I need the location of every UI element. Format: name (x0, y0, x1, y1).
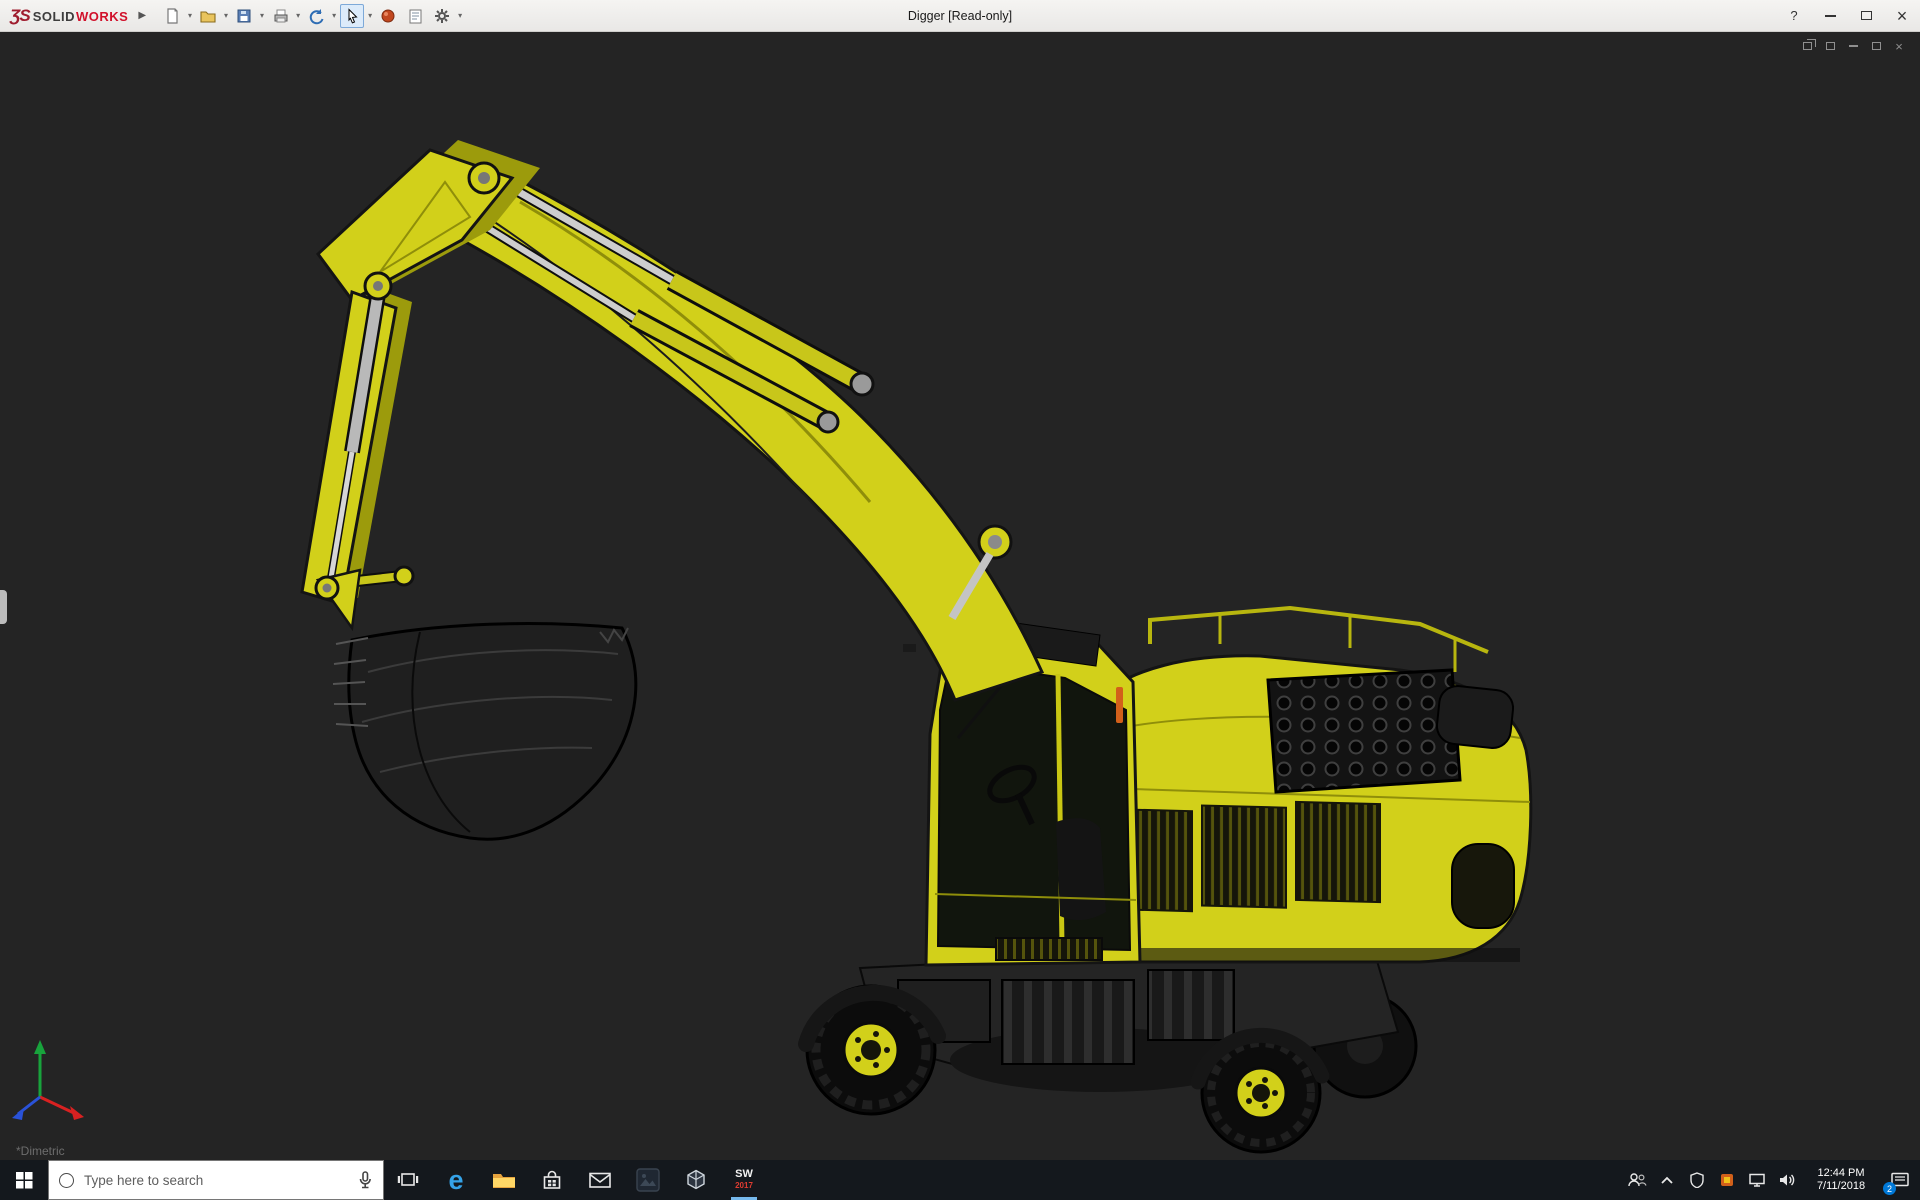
select-tool-icon[interactable] (340, 3, 365, 28)
doc-close-icon[interactable]: × (1892, 39, 1906, 54)
minimize-icon (1824, 14, 1836, 17)
people-icon (1628, 1173, 1647, 1187)
menu-expand-arrow-icon[interactable]: ▶ (138, 10, 146, 21)
open-folder-icon[interactable] (196, 4, 220, 28)
view-orientation-label: *Dimetric (16, 1144, 65, 1158)
bucket[interactable] (332, 622, 638, 841)
digger-3d-model[interactable] (0, 32, 1920, 1160)
people-button[interactable] (1622, 1160, 1652, 1200)
save-dropdown-caret-icon[interactable]: ▾ (260, 11, 264, 20)
close-button[interactable]: × (1884, 0, 1920, 31)
new-document-icon[interactable] (160, 4, 184, 28)
doc-restore-icon[interactable] (1800, 39, 1816, 52)
app-icon-mail[interactable] (576, 1160, 624, 1200)
app-icon-3d-viewer[interactable] (672, 1160, 720, 1200)
network-icon (1749, 1173, 1765, 1187)
3ds-logo-icon: ƷS (10, 5, 31, 25)
task-view-icon (397, 1173, 419, 1186)
start-button[interactable] (0, 1160, 48, 1200)
brand-works: WORKS (75, 8, 129, 24)
taskbar-clock[interactable]: 12:44 PM 7/11/2018 (1802, 1160, 1880, 1200)
maximize-icon (1860, 11, 1872, 20)
properties-sheet-icon[interactable] (403, 4, 427, 28)
solidworks-icon-year: 2017 (735, 1181, 753, 1190)
boom-arm[interactable] (459, 176, 1045, 702)
speaker-icon (1779, 1174, 1794, 1186)
notification-badge: 2 (1883, 1182, 1896, 1195)
windows-logo-icon (15, 1171, 32, 1188)
shield-icon (1690, 1172, 1704, 1188)
doc-minimize-icon[interactable] (1846, 40, 1860, 52)
solidworks-icon-text: SW (735, 1168, 753, 1180)
save-icon[interactable] (232, 4, 256, 28)
solidworks-icon: SW 2017 (735, 1169, 753, 1191)
doc-maximize-icon[interactable] (1869, 40, 1883, 52)
window-controls: ? × (1776, 0, 1920, 31)
tray-app-button[interactable] (1712, 1160, 1742, 1200)
edge-icon: e (448, 1165, 464, 1195)
graphics-viewport[interactable]: × *Dimetric (0, 32, 1920, 1160)
undo-dropdown-caret-icon[interactable]: ▾ (332, 11, 336, 20)
volume-button[interactable] (1772, 1160, 1802, 1200)
network-button[interactable] (1742, 1160, 1772, 1200)
minimize-button[interactable] (1812, 0, 1848, 31)
app-icon-file-explorer[interactable] (480, 1160, 528, 1200)
action-center-button[interactable]: 2 (1880, 1160, 1920, 1200)
select-dropdown-caret-icon[interactable]: ▾ (368, 11, 372, 20)
store-icon (543, 1170, 561, 1189)
maximize-button[interactable] (1848, 0, 1884, 31)
clock-date: 7/11/2018 (1816, 1180, 1866, 1192)
system-tray: 12:44 PM 7/11/2018 2 (1622, 1160, 1920, 1200)
options-gear-icon[interactable] (430, 4, 454, 28)
help-button[interactable]: ? (1776, 0, 1812, 31)
document-window-controls: × (1800, 39, 1906, 54)
main-toolbar: ▾ ▾ ▾ ▾ ▾ ▾ ▾ (160, 3, 463, 28)
print-icon[interactable] (268, 4, 292, 28)
tray-color-icon (1721, 1174, 1733, 1186)
orientation-triad[interactable] (12, 1040, 84, 1120)
photos-icon (636, 1168, 660, 1192)
tray-security-button[interactable] (1682, 1160, 1712, 1200)
open-dropdown-caret-icon[interactable]: ▾ (224, 11, 228, 20)
taskbar-search[interactable] (48, 1160, 384, 1200)
options-dropdown-caret-icon[interactable]: ▾ (458, 11, 462, 20)
search-input[interactable] (84, 1172, 347, 1188)
microphone-icon[interactable] (357, 1171, 373, 1189)
clock-time: 12:44 PM (1817, 1167, 1865, 1179)
titlebar: ƷS SOLID WORKS ▶ ▾ ▾ ▾ ▾ ▾ ▾ ▾ Digger [R… (0, 0, 1920, 32)
sphere-icon[interactable] (376, 4, 400, 28)
file-explorer-icon (493, 1174, 515, 1188)
cortana-icon[interactable] (59, 1172, 74, 1188)
cube-icon (687, 1169, 705, 1190)
feature-tree-collapse-tab[interactable] (0, 590, 7, 624)
brand-solid: SOLID (32, 8, 75, 24)
app-icon-store[interactable] (528, 1160, 576, 1200)
engine-body[interactable] (1093, 605, 1533, 964)
doc-window-icon[interactable] (1823, 40, 1837, 52)
undo-icon[interactable] (304, 4, 328, 28)
tray-overflow-button[interactable] (1652, 1160, 1682, 1200)
app-icon-photos[interactable] (624, 1160, 672, 1200)
chevron-up-icon (1661, 1176, 1673, 1184)
solidworks-logo: ƷS SOLID WORKS (10, 6, 128, 26)
task-view-button[interactable] (384, 1160, 432, 1200)
new-dropdown-caret-icon[interactable]: ▾ (188, 11, 192, 20)
app-icon-solidworks[interactable]: SW 2017 (720, 1160, 768, 1200)
windows-taskbar: e SW (0, 1160, 1920, 1200)
app-icon-edge[interactable]: e (432, 1160, 480, 1200)
print-dropdown-caret-icon[interactable]: ▾ (296, 11, 300, 20)
mail-icon (589, 1172, 611, 1188)
